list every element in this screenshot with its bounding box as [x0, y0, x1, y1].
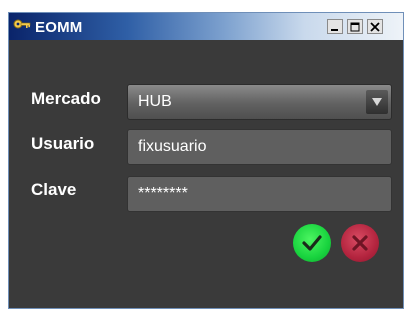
user-label: Usuario [31, 134, 95, 153]
close-button[interactable] [367, 19, 383, 34]
user-input[interactable] [127, 129, 392, 165]
ok-button[interactable] [293, 224, 331, 262]
dropdown-arrow-icon[interactable] [366, 90, 388, 114]
minimize-button[interactable] [327, 19, 343, 34]
close-icon [370, 21, 380, 32]
market-label: Mercado [31, 89, 101, 108]
key-icon [13, 18, 31, 34]
password-label: Clave [31, 180, 77, 199]
check-icon [302, 235, 322, 251]
login-dialog: EOMM Mercado HUB Usuario Clave [8, 12, 404, 309]
cancel-button[interactable] [341, 224, 379, 262]
window-title: EOMM [35, 19, 83, 36]
market-select-value: HUB [138, 93, 172, 110]
title-bar[interactable]: EOMM [9, 13, 403, 40]
x-icon [352, 235, 368, 251]
maximize-button[interactable] [347, 19, 363, 34]
dialog-body: Mercado HUB Usuario Clave [9, 40, 403, 308]
maximize-icon [350, 22, 360, 31]
market-select[interactable]: HUB [127, 84, 392, 120]
minimize-icon [331, 28, 338, 31]
password-input[interactable] [127, 176, 392, 212]
